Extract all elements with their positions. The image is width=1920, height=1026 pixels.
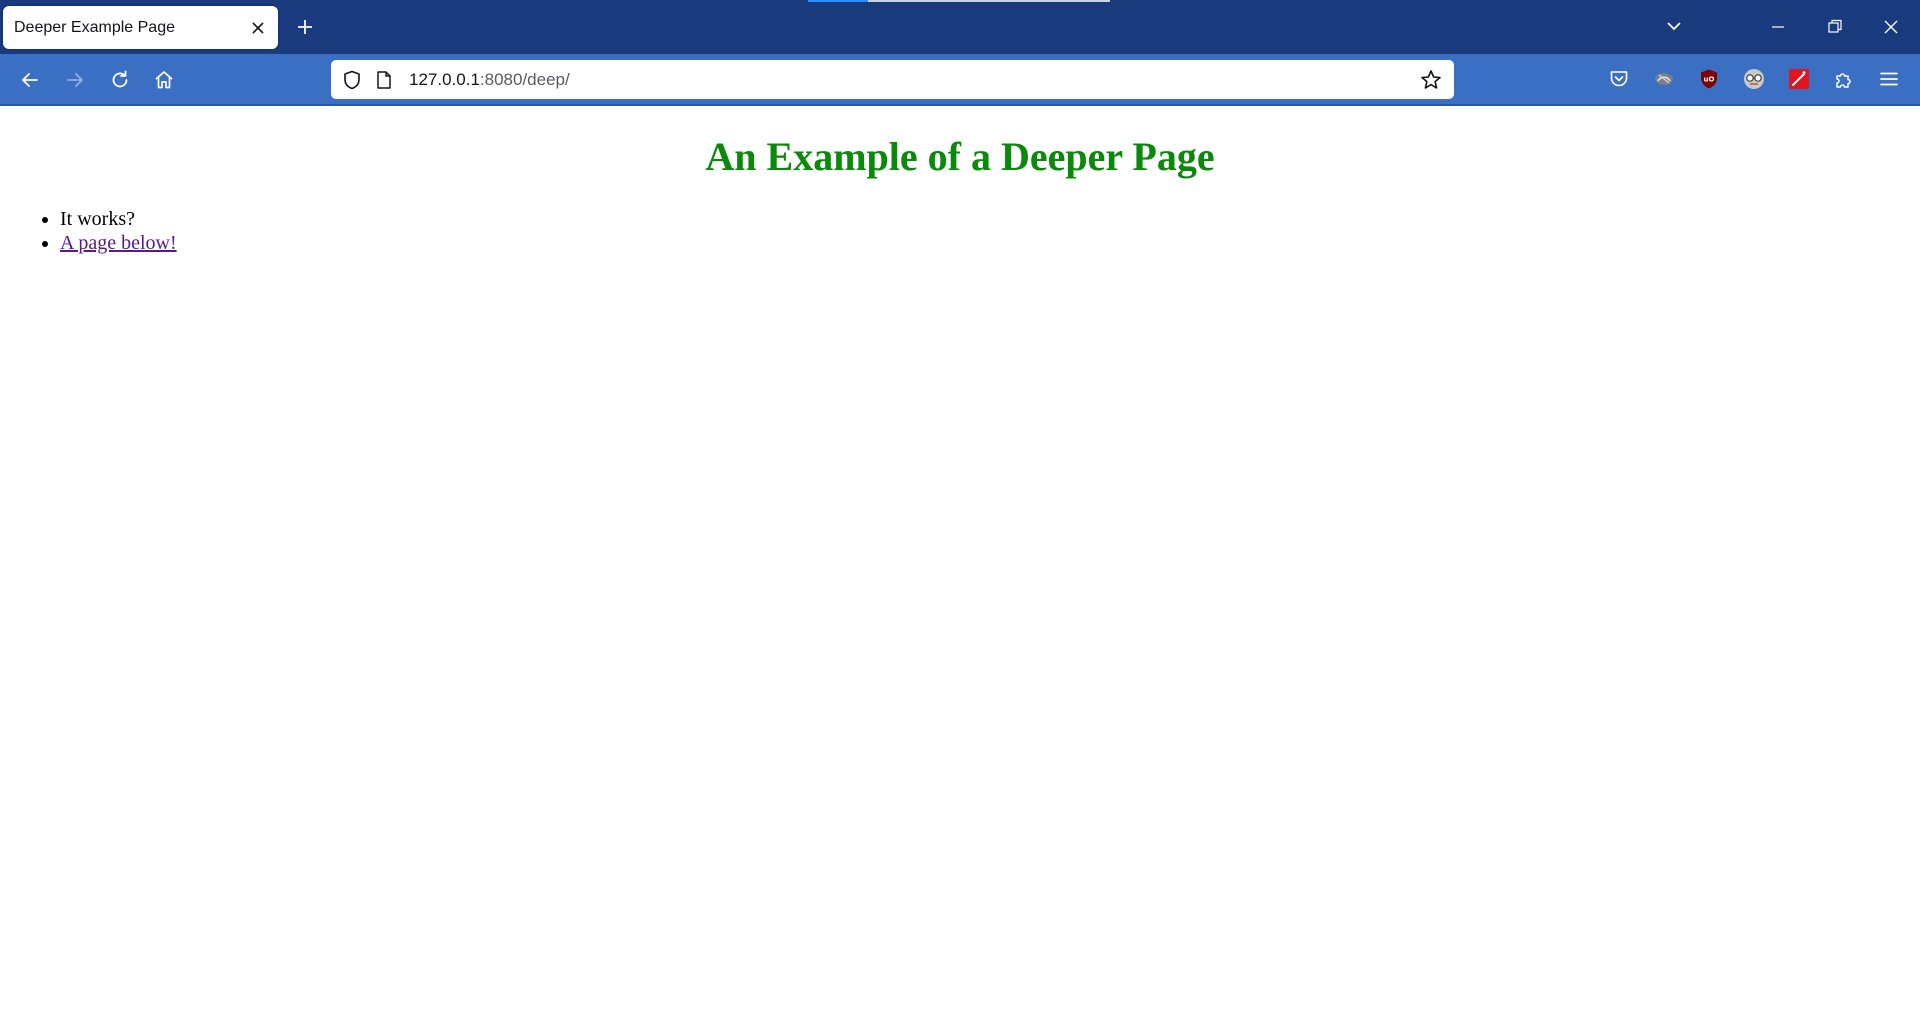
url-host: 127.0.0.1 (409, 70, 480, 89)
new-tab-icon[interactable] (295, 17, 315, 37)
home-icon[interactable] (152, 68, 176, 92)
minimize-icon[interactable] (1768, 17, 1788, 37)
page-title: An Example of a Deeper Page (705, 134, 1215, 179)
close-window-icon[interactable] (1880, 16, 1902, 38)
tab-strip: Deeper Example Page (0, 0, 1920, 54)
page-below-link[interactable]: A page below! (60, 232, 177, 254)
tab-title: Deeper Example Page (14, 19, 175, 36)
bookmark-star-icon[interactable] (1419, 68, 1443, 92)
tab-deeper-example-page[interactable]: Deeper Example Page (3, 6, 278, 49)
navigation-toolbar: 127.0.0.1:8080/deep/ uO (0, 54, 1920, 106)
tab-strip-accent-secondary (868, 0, 1110, 2)
pocket-icon[interactable] (1607, 67, 1631, 91)
list-item: It works? (60, 207, 177, 231)
extension-glasses-icon[interactable] (1742, 67, 1766, 91)
forward-icon[interactable] (63, 68, 87, 92)
page-info-icon[interactable] (375, 70, 393, 90)
browser-window: Deeper Example Page 127.0.0.1:8080/deep/… (0, 0, 1920, 1026)
url-path: :8080/deep/ (479, 70, 570, 89)
svg-text:uO: uO (1704, 76, 1715, 84)
chevron-down-icon[interactable] (1664, 16, 1684, 36)
page-content: An Example of a Deeper Page It works? A … (0, 106, 1920, 1026)
url-input[interactable]: 127.0.0.1:8080/deep/ (409, 70, 570, 90)
tracking-protection-shield-icon[interactable] (341, 69, 363, 91)
close-tab-icon[interactable] (249, 19, 267, 37)
ublock-icon[interactable]: uO (1697, 67, 1721, 91)
reload-icon[interactable] (108, 68, 132, 92)
restore-icon[interactable] (1825, 17, 1845, 37)
list-item: A page below! (60, 231, 177, 255)
extensions-puzzle-icon[interactable] (1832, 67, 1856, 91)
content-list: It works? A page below! (0, 207, 177, 255)
url-bar[interactable]: 127.0.0.1:8080/deep/ (331, 60, 1454, 99)
extension-mustache-icon[interactable] (1652, 67, 1676, 91)
extension-wand-icon[interactable] (1787, 67, 1811, 91)
menu-icon[interactable] (1877, 67, 1901, 91)
tab-strip-accent (808, 0, 868, 2)
list-item-text: It works? (60, 208, 135, 230)
back-icon[interactable] (18, 68, 42, 92)
